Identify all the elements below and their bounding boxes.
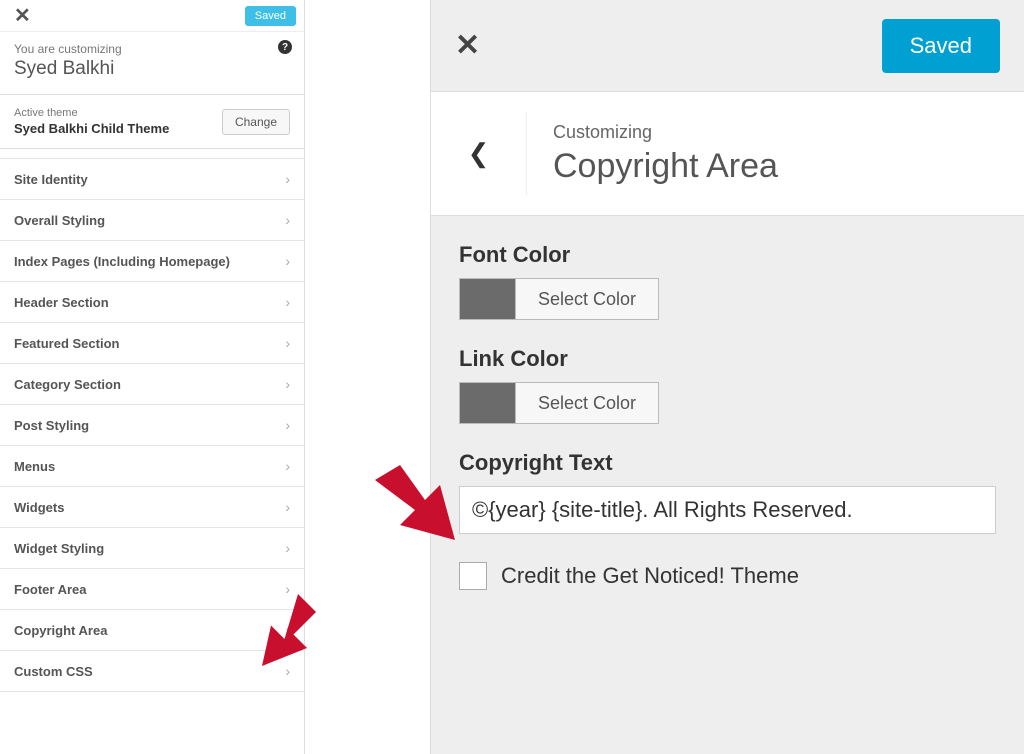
select-font-color-button[interactable]: Select Color [515,278,659,320]
customizing-sublabel: Customizing [553,122,778,143]
chevron-right-icon: › [285,294,290,310]
sidebar-item-category-section[interactable]: Category Section› [0,363,304,405]
font-color-label: Font Color [459,242,996,268]
sidebar-item-footer-area[interactable]: Footer Area› [0,568,304,610]
credit-checkbox-row: Credit the Get Noticed! Theme [459,562,996,590]
chevron-right-icon: › [285,212,290,228]
credit-label: Credit the Get Noticed! Theme [501,563,799,589]
saved-button[interactable]: Saved [882,19,1000,73]
chevron-right-icon: › [285,663,290,679]
right-customizer-panel: ✕ Saved ❮ Customizing Copyright Area Fon… [430,0,1024,754]
active-theme-box: Active theme Syed Balkhi Child Theme Cha… [0,95,304,149]
customizing-label: You are customizing [14,42,290,56]
close-icon[interactable]: ✕ [8,3,37,28]
sidebar-item-featured-section[interactable]: Featured Section› [0,322,304,364]
left-header: ✕ Saved [0,0,304,32]
sidebar-item-widget-styling[interactable]: Widget Styling› [0,527,304,569]
sidebar-item-site-identity[interactable]: Site Identity› [0,158,304,200]
sidebar-item-overall-styling[interactable]: Overall Styling› [0,199,304,241]
chevron-right-icon: › [285,458,290,474]
chevron-left-icon: ❮ [468,138,490,168]
sidebar-item-index-pages[interactable]: Index Pages (Including Homepage)› [0,240,304,282]
section-body: Font Color Select Color Link Color Selec… [431,216,1024,616]
panel-gap [305,0,430,754]
customizer-sections-list: Site Identity› Overall Styling› Index Pa… [0,159,304,692]
active-theme-name: Syed Balkhi Child Theme [14,121,222,136]
credit-checkbox[interactable] [459,562,487,590]
sidebar-item-copyright-area[interactable]: Copyright Area› [0,609,304,651]
chevron-right-icon: › [285,499,290,515]
change-theme-button[interactable]: Change [222,109,290,135]
link-color-picker: Select Color [459,382,996,424]
select-link-color-button[interactable]: Select Color [515,382,659,424]
help-icon[interactable]: ? [278,40,292,54]
chevron-right-icon: › [285,417,290,433]
section-title: Copyright Area [553,147,778,186]
customizing-site-name: Syed Balkhi [14,58,290,80]
active-theme-label: Active theme [14,107,222,119]
customizing-info: ? You are customizing Syed Balkhi [0,32,304,95]
copyright-text-input[interactable] [459,486,996,534]
right-header: ✕ Saved [431,0,1024,92]
sidebar-item-post-styling[interactable]: Post Styling› [0,404,304,446]
link-color-swatch[interactable] [459,382,515,424]
chevron-right-icon: › [285,376,290,392]
chevron-right-icon: › [285,540,290,556]
link-color-label: Link Color [459,346,996,372]
font-color-swatch[interactable] [459,278,515,320]
sidebar-item-menus[interactable]: Menus› [0,445,304,487]
back-button[interactable]: ❮ [431,112,527,195]
close-icon[interactable]: ✕ [455,28,480,63]
chevron-right-icon: › [285,581,290,597]
chevron-right-icon: › [285,253,290,269]
sidebar-item-header-section[interactable]: Header Section› [0,281,304,323]
left-customizer-panel: ✕ Saved ? You are customizing Syed Balkh… [0,0,305,754]
sidebar-item-custom-css[interactable]: Custom CSS› [0,650,304,692]
section-title-bar: ❮ Customizing Copyright Area [431,92,1024,216]
sidebar-item-widgets[interactable]: Widgets› [0,486,304,528]
chevron-right-icon: › [285,335,290,351]
font-color-picker: Select Color [459,278,996,320]
copyright-text-label: Copyright Text [459,450,996,476]
chevron-right-icon: › [285,171,290,187]
chevron-right-icon: › [285,622,290,638]
saved-button-small[interactable]: Saved [245,6,296,26]
